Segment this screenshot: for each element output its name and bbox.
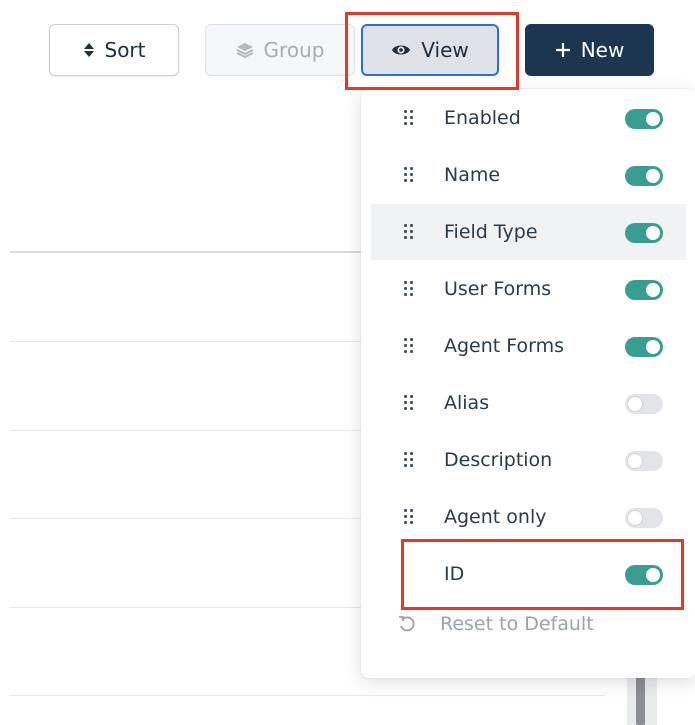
- scrollbar-thumb[interactable]: [636, 672, 645, 725]
- eye-icon: [392, 45, 411, 55]
- sort-button-label: Sort: [104, 38, 146, 62]
- reset-to-default-button[interactable]: Reset to Default: [398, 613, 594, 635]
- new-button[interactable]: New: [525, 24, 654, 76]
- column-option-enabled[interactable]: Enabled: [371, 90, 686, 146]
- column-option-label: Description: [444, 449, 553, 471]
- sort-button[interactable]: Sort: [49, 24, 179, 76]
- view-button-label: View: [421, 38, 469, 62]
- toggle-switch[interactable]: [625, 223, 663, 243]
- column-option-label: User Forms: [444, 278, 552, 300]
- group-button[interactable]: Group: [205, 24, 355, 76]
- column-option-agent-only[interactable]: Agent only: [371, 489, 686, 545]
- new-button-label: New: [580, 38, 625, 62]
- toggle-switch[interactable]: [625, 451, 663, 471]
- column-option-label: Enabled: [444, 107, 521, 129]
- group-button-label: Group: [263, 38, 325, 62]
- toggle-switch[interactable]: [625, 280, 663, 300]
- sort-icon: [83, 43, 94, 57]
- drag-handle-icon[interactable]: [401, 166, 417, 184]
- column-option-name[interactable]: Name: [371, 147, 686, 203]
- column-option-agent-forms[interactable]: Agent Forms: [371, 318, 686, 374]
- column-option-user-forms[interactable]: User Forms: [371, 261, 686, 317]
- column-option-field-type[interactable]: Field Type: [371, 204, 686, 260]
- column-option-label: Field Type: [444, 221, 538, 243]
- drag-handle-icon[interactable]: [401, 223, 417, 241]
- drag-handle-icon[interactable]: [401, 508, 417, 526]
- column-option-id[interactable]: ID: [371, 546, 686, 602]
- column-option-alias[interactable]: Alias: [371, 375, 686, 431]
- toggle-switch[interactable]: [625, 508, 663, 528]
- column-option-label: ID: [444, 563, 465, 585]
- toggle-switch[interactable]: [625, 166, 663, 186]
- column-option-label: Agent only: [444, 506, 547, 528]
- toggle-switch[interactable]: [625, 337, 663, 357]
- view-columns-menu: Enabled Name Field Type User Forms Agent…: [361, 89, 695, 678]
- table-scrollbar[interactable]: [627, 672, 657, 725]
- column-option-label: Name: [444, 164, 501, 186]
- view-button[interactable]: View: [361, 24, 499, 76]
- toggle-switch[interactable]: [625, 565, 663, 585]
- column-option-description[interactable]: Description: [371, 432, 686, 488]
- drag-handle-icon[interactable]: [401, 337, 417, 355]
- plus-icon: [555, 43, 570, 57]
- drag-handle-icon[interactable]: [401, 109, 417, 127]
- column-option-label: Agent Forms: [444, 335, 565, 357]
- toggle-switch[interactable]: [625, 394, 663, 414]
- table-row-divider: [10, 695, 605, 696]
- drag-handle-icon[interactable]: [401, 451, 417, 469]
- toggle-switch[interactable]: [625, 109, 663, 129]
- drag-handle-icon[interactable]: [401, 394, 417, 412]
- reset-label: Reset to Default: [440, 613, 594, 635]
- column-option-label: Alias: [444, 392, 490, 414]
- layers-icon: [236, 43, 253, 58]
- reset-icon: [399, 616, 415, 632]
- drag-handle-icon[interactable]: [401, 280, 417, 298]
